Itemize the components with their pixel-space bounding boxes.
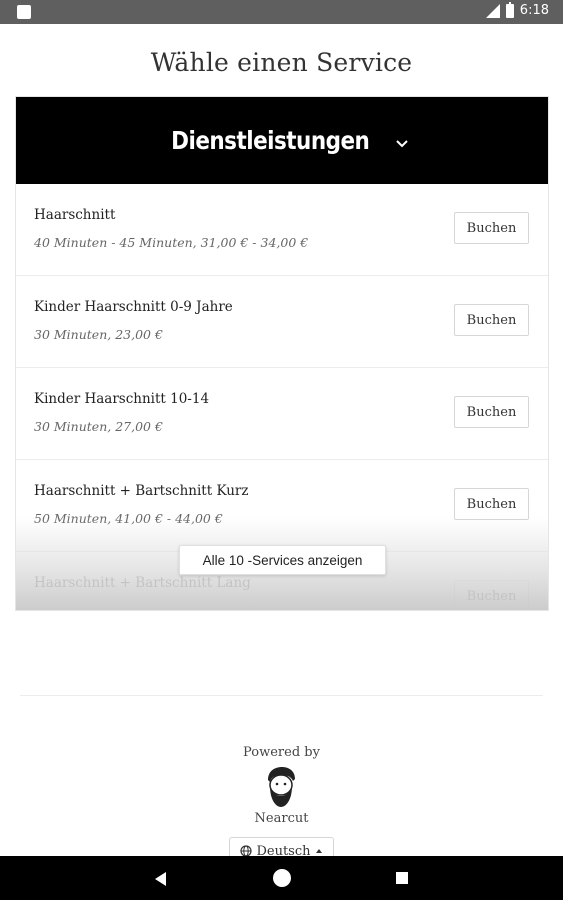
back-icon[interactable] [155, 871, 167, 890]
signal-icon [485, 3, 500, 18]
services-category-label: Dienstleistungen [170, 126, 370, 155]
status-bar: 6:18 [0, 0, 563, 24]
home-icon[interactable] [273, 869, 291, 887]
service-item: Haarschnitt 40 Minuten - 45 Minuten, 31,… [16, 184, 548, 276]
battery-icon [505, 1, 514, 18]
service-name: Haarschnitt + Bartschnitt Kurz [34, 483, 249, 499]
book-button[interactable]: Buchen [454, 396, 529, 428]
service-name: Kinder Haarschnitt 0-9 Jahre [34, 299, 233, 315]
book-button[interactable]: Buchen [454, 488, 529, 520]
service-meta: 30 Minuten, 27,00 € [34, 419, 163, 434]
chevron-down-icon [395, 136, 409, 150]
service-meta: 30 Minuten, 23,00 € [34, 327, 163, 342]
notification-icon [17, 5, 31, 19]
status-time: 6:18 [519, 3, 549, 18]
service-name: Kinder Haarschnitt 10-14 [34, 391, 210, 407]
service-name: Haarschnitt + Bartschnitt Lang [34, 575, 251, 591]
footer-divider [20, 695, 543, 696]
service-meta: 40 Minuten - 45 Minuten, 31,00 € - 34,00… [34, 235, 309, 250]
page-title: Wähle einen Service [150, 48, 413, 77]
book-button[interactable]: Buchen [454, 212, 529, 244]
service-name: Haarschnitt [34, 207, 116, 223]
service-meta: 50 Minuten, 41,00 € - 44,00 € [34, 511, 223, 526]
service-item: Kinder Haarschnitt 10-14 30 Minuten, 27,… [16, 368, 548, 460]
android-nav-bar [0, 856, 563, 900]
services-card: Dienstleistungen Haarschnitt 40 Minuten … [15, 96, 549, 611]
nearcut-logo-icon[interactable] [262, 766, 300, 808]
services-category-dropdown[interactable]: Dienstleistungen [16, 97, 548, 184]
book-button[interactable]: Buchen [454, 580, 529, 610]
powered-by-label: Powered by [243, 745, 320, 760]
brand-name: Nearcut [254, 811, 309, 826]
show-all-services-button[interactable]: Alle 10 -Services anzeigen [179, 545, 386, 575]
book-button[interactable]: Buchen [454, 304, 529, 336]
service-item: Haarschnitt + Bartschnitt Kurz 50 Minute… [16, 460, 548, 552]
service-item: Kinder Haarschnitt 0-9 Jahre 30 Minuten,… [16, 276, 548, 368]
recent-apps-icon[interactable] [396, 872, 408, 884]
